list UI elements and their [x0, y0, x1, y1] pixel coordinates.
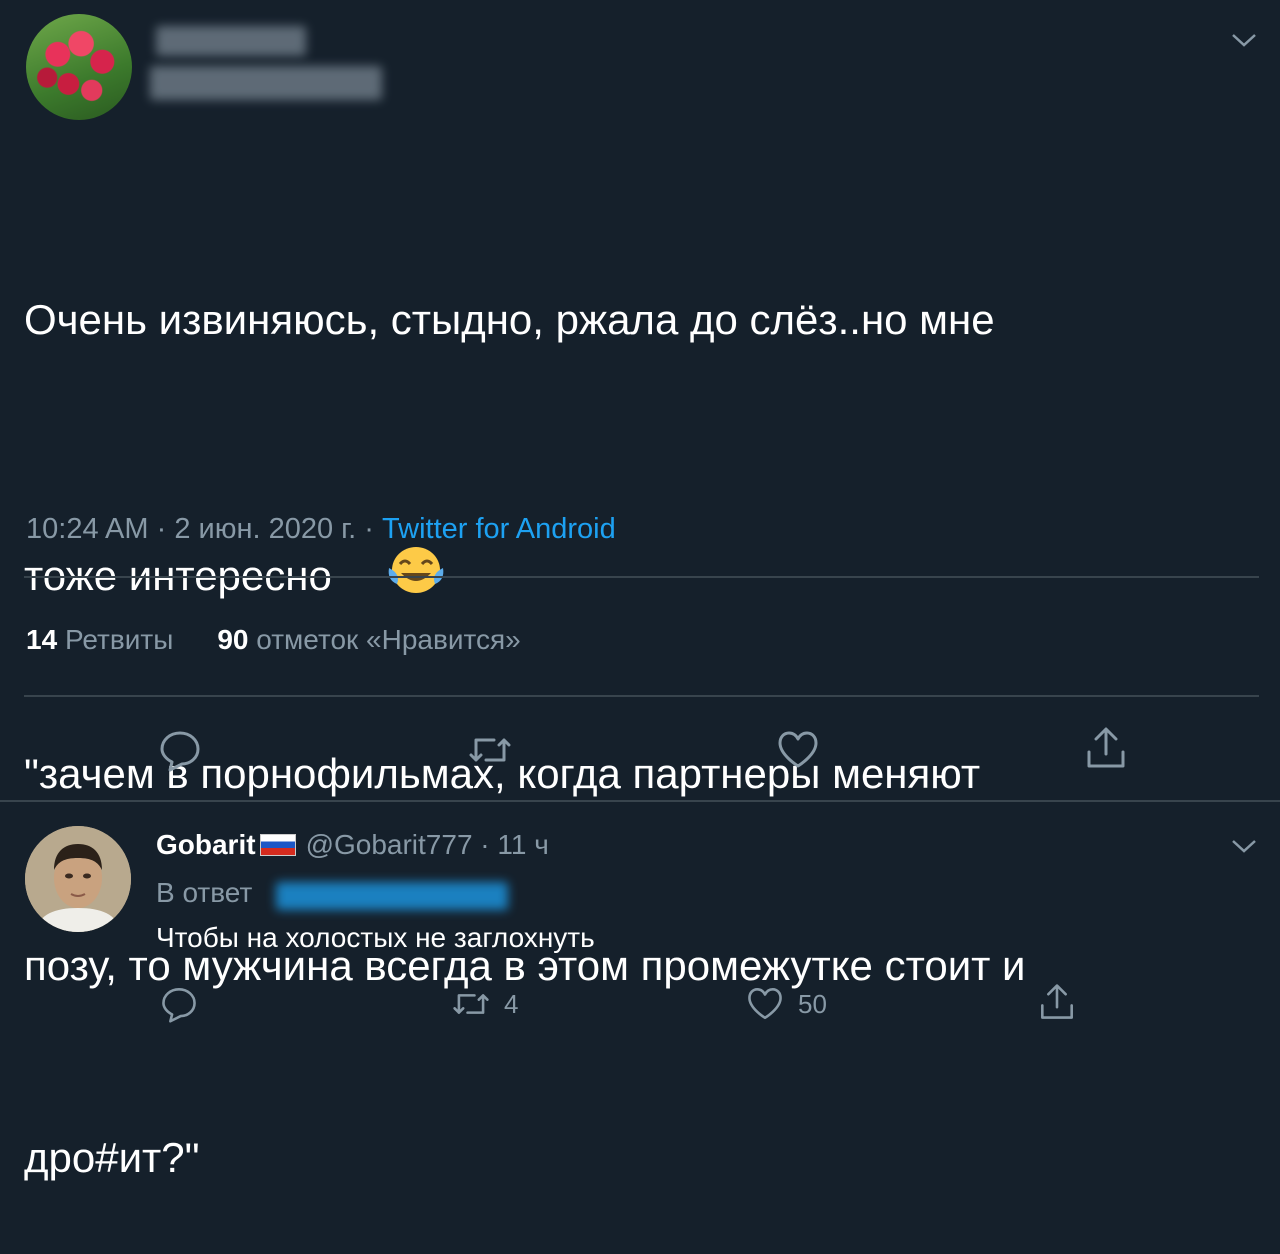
tweet-text: Очень извиняюсь, стыдно, ржала до слёз..…	[24, 160, 1254, 1254]
divider	[24, 576, 1259, 578]
likes-stat[interactable]: 90 отметок «Нравится»	[217, 624, 520, 655]
tweet-text-line: дро#ит?"	[24, 1134, 200, 1181]
reply-button[interactable]	[158, 728, 202, 772]
russia-flag-icon	[259, 834, 296, 856]
retweet-icon	[453, 994, 489, 1014]
reply-reply-button[interactable]	[160, 984, 212, 1024]
retweets-stat[interactable]: 14 Ретвиты	[26, 624, 173, 655]
chevron-down-icon[interactable]	[1230, 30, 1258, 50]
reply-icon	[160, 731, 200, 772]
tweet-text-line: Очень извиняюсь, стыдно, ржала до слёз..…	[24, 296, 995, 343]
tweet-text-line: тоже интересно	[24, 480, 1254, 614]
reply-author-name[interactable]: Gobarit	[156, 829, 256, 860]
tweet-text-line: "зачем в порнофильмах, когда партнеры ме…	[24, 750, 981, 797]
tweet-time[interactable]: 10:24 AM	[26, 513, 149, 545]
meta-separator: ·	[148, 513, 175, 545]
share-icon	[1041, 984, 1073, 1019]
heart-icon	[748, 988, 782, 1020]
share-button[interactable]	[1084, 726, 1128, 770]
reply-share-button[interactable]	[1038, 982, 1090, 1022]
author-avatar[interactable]	[26, 14, 132, 120]
reply-like-count: 50	[798, 988, 827, 1019]
retweet-icon	[469, 738, 511, 762]
meta-separator: ·	[472, 829, 498, 860]
reply-author-handle[interactable]: @Gobarit777	[306, 829, 473, 860]
tweet-stats: 14 Ретвиты 90 отметок «Нравится»	[26, 624, 521, 656]
chevron-down-icon[interactable]	[1230, 836, 1258, 856]
meta-separator: ·	[356, 513, 383, 545]
reply-text: Чтобы на холостых не заглохнуть	[156, 922, 595, 953]
like-button[interactable]	[776, 728, 820, 772]
reply-to-handle-redacted[interactable]	[276, 882, 508, 910]
reply-author-avatar[interactable]	[25, 826, 131, 932]
heart-icon	[778, 731, 818, 768]
reply-to-label: В ответ	[156, 877, 253, 908]
tweet-source-link[interactable]: Twitter for Android	[382, 513, 616, 545]
reply-retweet-count: 4	[504, 988, 519, 1019]
reply-icon	[162, 988, 196, 1023]
reply-time[interactable]: 11 ч	[497, 829, 548, 860]
divider	[0, 800, 1280, 802]
face-with-tears-of-joy-icon	[340, 480, 445, 614]
reply-like-button[interactable]: 50	[746, 984, 827, 1024]
divider	[24, 695, 1259, 697]
reply-retweet-button[interactable]: 4	[452, 984, 518, 1024]
tweet-meta: 10:24 AM · 2 июн. 2020 г. · Twitter for …	[26, 513, 616, 546]
tweet-date[interactable]: 2 июн. 2020 г.	[174, 513, 356, 545]
author-name-redacted	[156, 26, 306, 56]
reply-header: Gobarit @Gobarit777 · 11 ч	[156, 829, 549, 861]
retweet-button[interactable]	[468, 728, 512, 772]
author-handle-redacted	[150, 66, 382, 100]
share-icon	[1087, 727, 1125, 768]
